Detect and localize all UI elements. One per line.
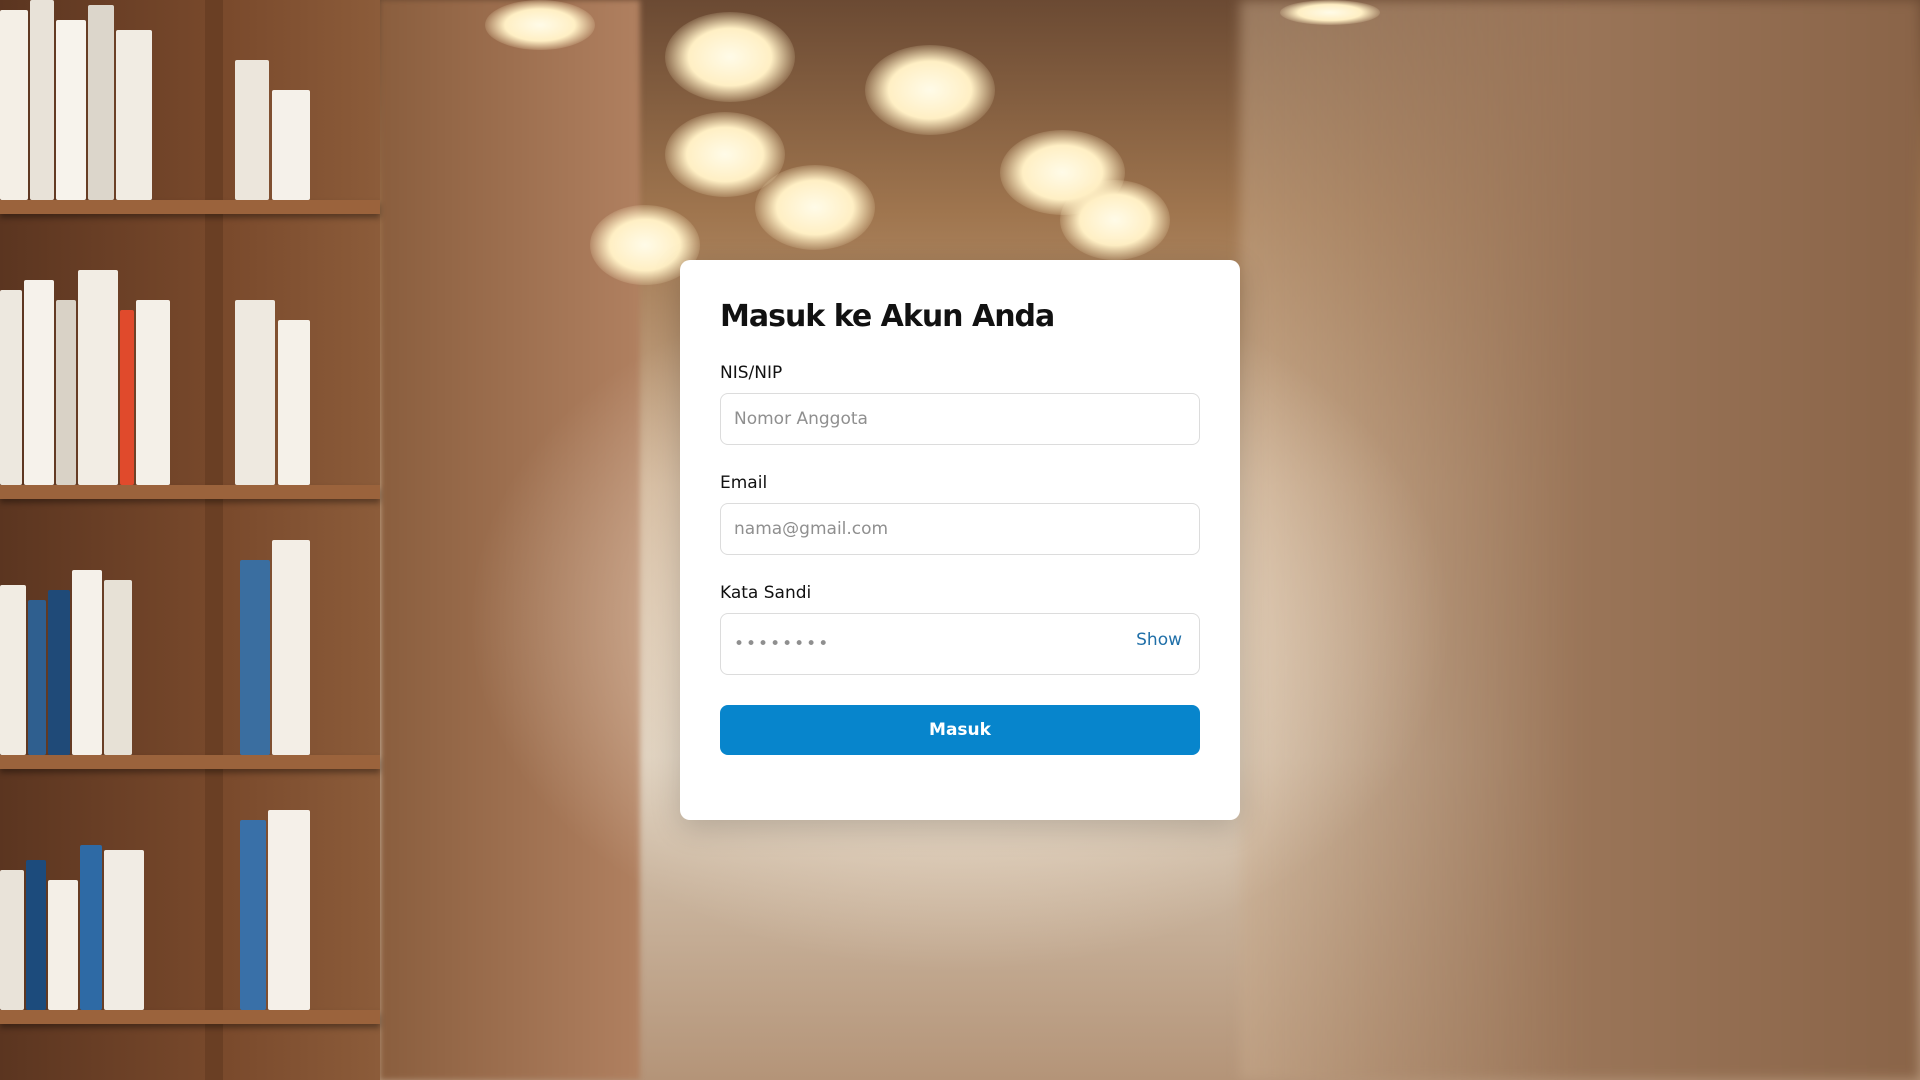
shelf-board (0, 485, 380, 499)
book (268, 810, 310, 1010)
password-label: Kata Sandi (720, 583, 812, 603)
book (235, 300, 275, 485)
login-card: Masuk ke Akun Anda NIS/NIP Email Kata Sa… (680, 260, 1240, 820)
shelf-post (205, 0, 223, 1080)
book (278, 320, 310, 485)
book (78, 270, 118, 485)
book (0, 585, 26, 755)
email-label: Email (720, 473, 768, 493)
book (56, 300, 76, 485)
book (120, 310, 134, 485)
book (116, 30, 152, 200)
book (26, 860, 46, 1010)
book (88, 5, 114, 200)
book (24, 280, 54, 485)
email-input[interactable] (720, 503, 1200, 555)
book (240, 560, 270, 755)
book (136, 300, 170, 485)
password-input[interactable] (720, 613, 1200, 675)
book (0, 10, 28, 200)
login-title: Masuk ke Akun Anda (720, 299, 1055, 334)
book (28, 600, 46, 755)
book (48, 590, 70, 755)
book (72, 570, 102, 755)
member-id-label: NIS/NIP (720, 363, 783, 383)
book (272, 90, 310, 200)
book (56, 20, 86, 200)
book (48, 880, 78, 1010)
shelf-board (0, 1010, 380, 1024)
ceiling-light (485, 0, 595, 50)
book (0, 290, 22, 485)
ceiling-light (1280, 0, 1380, 25)
password-field-wrapper: Show (720, 613, 1200, 675)
book (240, 820, 266, 1010)
book (80, 845, 102, 1010)
member-id-input[interactable] (720, 393, 1200, 445)
shelf-board (0, 755, 380, 769)
book (104, 580, 132, 755)
ceiling-light (665, 12, 795, 102)
submit-login-button[interactable]: Masuk (720, 705, 1200, 755)
book (0, 870, 24, 1010)
book (104, 850, 144, 1010)
show-password-toggle[interactable]: Show (1132, 626, 1186, 654)
ceiling-light (865, 45, 995, 135)
ceiling-light (755, 165, 875, 250)
shelf-board (0, 200, 380, 214)
ceiling-light (1060, 180, 1170, 260)
book (272, 540, 310, 755)
bookshelf-left (0, 0, 380, 1080)
book (30, 0, 54, 200)
book (235, 60, 269, 200)
